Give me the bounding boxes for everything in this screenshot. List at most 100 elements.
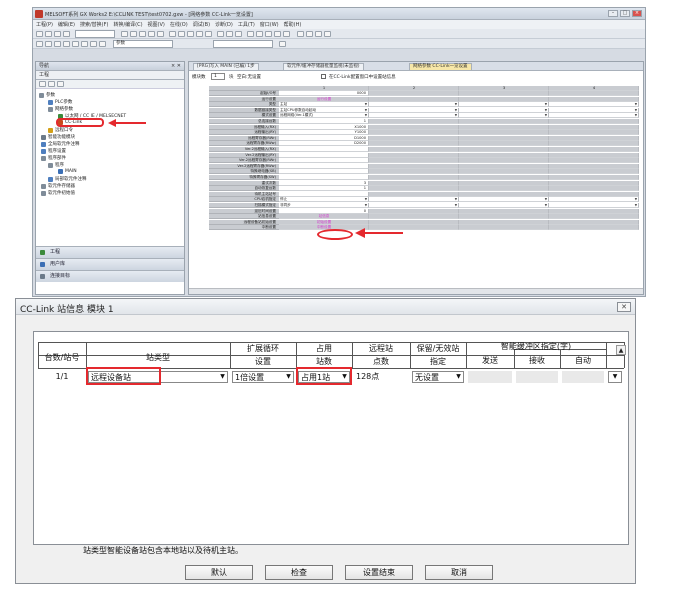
menu-convert[interactable]: 转换/编译(C) <box>113 21 142 28</box>
tree-item-intelligent-module[interactable]: 智能功能模块 <box>41 134 75 140</box>
parameter-cell-col4[interactable] <box>549 203 639 208</box>
tree-item-local-comment[interactable]: 局部软元件注释 <box>48 176 87 182</box>
reset-icon[interactable] <box>324 31 331 37</box>
comment-icon[interactable] <box>99 41 106 47</box>
parameter-cell-col1[interactable]: 1 <box>279 119 369 124</box>
parameter-cell-col4[interactable] <box>549 113 639 119</box>
diagnostic-icon[interactable] <box>265 31 272 37</box>
tree-item-program-setting[interactable]: 程序设置 <box>41 148 66 154</box>
open-project-icon[interactable] <box>45 31 52 37</box>
reserved-select[interactable]: 无设置 ▼ <box>412 371 464 383</box>
menu-find-replace[interactable]: 搜索/替换(F) <box>80 21 108 28</box>
parameter-cell-col1[interactable]: X1000 <box>279 124 369 130</box>
nav-filter-icon[interactable] <box>48 81 55 87</box>
parameter-cell-col1[interactable]: Y1000 <box>279 130 369 136</box>
parameter-cell-col2[interactable] <box>369 107 459 113</box>
parameter-cell-col3[interactable] <box>459 203 549 208</box>
menu-tool[interactable]: 工具(T) <box>238 21 255 28</box>
parameter-cell-col1[interactable] <box>279 147 369 152</box>
tree-item-parameter[interactable]: 参数 <box>39 92 55 98</box>
auto-cell[interactable] <box>562 371 604 383</box>
tree-item-plc-parameter[interactable]: PLC参数 <box>48 99 72 105</box>
expanded-cyclic-select[interactable]: 1倍设置 ▼ <box>232 371 294 383</box>
step-icon[interactable] <box>315 31 322 37</box>
nav-sort-icon[interactable] <box>57 81 64 87</box>
paste-icon[interactable] <box>139 31 146 37</box>
view-select[interactable] <box>213 40 273 48</box>
parameter-cell-col3[interactable] <box>459 113 549 119</box>
parameter-cell-col3[interactable] <box>459 107 549 113</box>
nav-collapse-icon[interactable] <box>39 81 46 87</box>
search-icon[interactable] <box>279 41 286 47</box>
nav-tab-connection[interactable]: 连接目标 <box>36 270 184 282</box>
monitor-icon[interactable] <box>205 31 212 37</box>
device-list-icon[interactable] <box>72 41 79 47</box>
parameter-cell-col1[interactable]: 主站CPU参数自动起动 <box>279 107 369 113</box>
copy-icon[interactable] <box>130 31 137 37</box>
device-icon[interactable] <box>247 31 254 37</box>
menu-diagnostics[interactable]: 诊断(D) <box>215 21 233 28</box>
menu-help[interactable]: 帮助(H) <box>284 21 302 28</box>
menu-online[interactable]: 在线(O) <box>170 21 188 28</box>
parameter-cell-col1[interactable]: D2000 <box>279 141 369 147</box>
maximize-button[interactable]: □ <box>620 10 630 17</box>
parameter-cell-col1[interactable]: 1 <box>279 186 369 192</box>
parameter-cell-col2[interactable] <box>369 203 459 208</box>
output-icon[interactable] <box>54 41 61 47</box>
parameter-cell-col2[interactable] <box>369 102 459 108</box>
tab-main-program[interactable]: [PRG]写入 MAIN (已编) 1步 <box>193 63 259 71</box>
tab-cc-link-setting[interactable]: 网络参数 CC-Link一览设置 <box>409 63 472 71</box>
parameter-cell-col1[interactable] <box>279 169 369 175</box>
start-icon[interactable] <box>297 31 304 37</box>
menu-window[interactable]: 窗口(W) <box>260 21 279 28</box>
parameter-cell-col1[interactable]: 主站 <box>279 102 369 108</box>
tree-item-global-comment[interactable]: 全局软元件注释 <box>41 141 80 147</box>
cross-ref-icon[interactable] <box>63 41 70 47</box>
tree-item-program[interactable]: 程序 <box>48 162 64 168</box>
parameter-cell-col2[interactable] <box>369 113 459 119</box>
parameter-cell-col4[interactable] <box>549 102 639 108</box>
stop-icon[interactable] <box>306 31 313 37</box>
read-plc-icon[interactable] <box>196 31 203 37</box>
receive-cell[interactable] <box>516 371 558 383</box>
parameter-cell-col1[interactable] <box>279 191 369 197</box>
parameter-cell-col3[interactable] <box>459 197 549 203</box>
default-button[interactable]: 默认 <box>185 565 253 580</box>
parameter-cell-col1[interactable] <box>279 152 369 158</box>
toolbar-combo[interactable] <box>75 30 115 38</box>
row-dropdown-icon[interactable]: ▼ <box>608 371 622 383</box>
check-button[interactable]: 检查 <box>265 565 333 580</box>
tree-item-remote-password[interactable]: 远程口令 <box>48 127 73 133</box>
dialog-close-button[interactable]: ✕ <box>617 302 631 312</box>
replace-icon[interactable] <box>226 31 233 37</box>
buffer-icon[interactable] <box>256 31 263 37</box>
menu-edit[interactable]: 编辑(E) <box>58 21 75 28</box>
module-count-select[interactable]: 1 <box>211 73 225 80</box>
parameter-cell-col1[interactable] <box>279 163 369 169</box>
zoom-icon[interactable] <box>235 31 242 37</box>
save-icon[interactable] <box>54 31 61 37</box>
menu-debug[interactable]: 调试(B) <box>193 21 210 28</box>
ladder-entry-icon[interactable] <box>90 41 97 47</box>
redo-icon[interactable] <box>157 31 164 37</box>
horizontal-scrollbar[interactable] <box>189 288 643 294</box>
new-project-icon[interactable] <box>36 31 43 37</box>
tree-item-device-init[interactable]: 软元件初始值 <box>41 190 75 196</box>
send-cell[interactable] <box>468 371 512 383</box>
find-icon[interactable] <box>217 31 224 37</box>
tree-item-main[interactable]: MAIN <box>58 169 77 174</box>
tree-item-device-memory[interactable]: 软元件存储器 <box>41 183 75 189</box>
parameter-cell-col1[interactable] <box>279 175 369 180</box>
menu-view[interactable]: 视图(V) <box>148 21 165 28</box>
parameter-cell-col2[interactable] <box>369 197 459 203</box>
parameter-cell-col1[interactable]: 0 <box>279 208 369 214</box>
scroll-up-button[interactable]: ▲ <box>616 345 626 355</box>
parameter-cell-col3[interactable] <box>459 102 549 108</box>
minimize-button[interactable]: – <box>608 10 618 17</box>
write-plc-icon[interactable] <box>187 31 194 37</box>
navigation-icon[interactable] <box>36 41 43 47</box>
parameter-select[interactable]: 参数 <box>113 40 173 48</box>
parameter-cell-col1[interactable]: 0000 <box>279 91 369 96</box>
parameter-cell-col4[interactable] <box>549 197 639 203</box>
parameter-cell-col4[interactable] <box>549 107 639 113</box>
